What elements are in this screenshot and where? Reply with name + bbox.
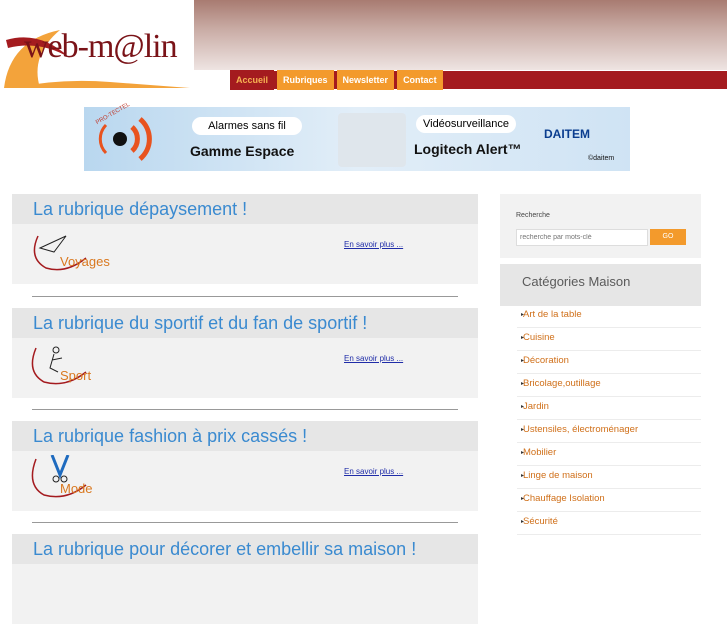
separator xyxy=(32,296,458,297)
category-art-de-la-table[interactable]: ▸ Art de la table xyxy=(517,305,701,328)
banner-pill-left: Alarmes sans fil xyxy=(192,117,302,135)
banner-credit: ©daitem xyxy=(588,155,615,162)
header: web-m@lin Accueil Rubriques Newsletter C… xyxy=(0,0,727,92)
category-label: Mobilier xyxy=(523,447,557,458)
category-label: Décoration xyxy=(523,355,569,366)
logo-text: web-m@lin xyxy=(24,28,178,65)
advert-banner[interactable]: PRO-TECTEL Alarmes sans fil Gamme Espace… xyxy=(84,102,630,171)
search-panel: Recherche GO xyxy=(500,194,701,258)
category-label: Art de la table xyxy=(523,309,582,320)
banner-pill-right: Vidéosurveillance xyxy=(416,115,516,133)
banner-strong-right: Logitech Alert™ xyxy=(414,141,522,157)
category-cuisine[interactable]: ▸ Cuisine xyxy=(517,328,701,351)
arrow-right-icon: ▸ xyxy=(521,450,525,456)
voyages-logo[interactable]: Voyages xyxy=(26,228,116,276)
main-nav: Accueil Rubriques Newsletter Contact xyxy=(230,70,446,90)
categories-title: Catégories Maison xyxy=(522,274,631,289)
arrow-right-icon: ▸ xyxy=(521,358,525,364)
search-input[interactable] xyxy=(516,229,648,246)
logo-label: Sport xyxy=(60,368,92,383)
article-title[interactable]: La rubrique fashion à prix cassés ! xyxy=(12,421,478,451)
category-bricolage[interactable]: ▸ Bricolage,outillage xyxy=(517,374,701,397)
article-title[interactable]: La rubrique dépaysement ! xyxy=(12,194,478,224)
arrow-right-icon: ▸ xyxy=(521,312,525,318)
nav-contact[interactable]: Contact xyxy=(397,70,443,90)
article-title[interactable]: La rubrique pour décorer et embellir sa … xyxy=(12,534,478,564)
go-button[interactable]: GO xyxy=(650,229,686,245)
categories-list: ▸ Art de la table ▸ Cuisine ▸ Décoration ▸ B… xyxy=(517,305,701,535)
search-label: Recherche xyxy=(516,212,550,219)
arrow-right-icon: ▸ xyxy=(521,473,525,479)
category-jardin[interactable]: ▸ Jardin xyxy=(517,397,701,420)
article-title[interactable]: La rubrique du sportif et du fan de spor… xyxy=(12,308,478,338)
site-logo[interactable]: web-m@lin xyxy=(0,0,194,92)
camera-product-image xyxy=(338,113,406,167)
logo-label: Mode xyxy=(60,481,93,496)
mode-logo[interactable]: Mode xyxy=(26,454,116,503)
category-decoration[interactable]: ▸ Décoration xyxy=(517,351,701,374)
sport-logo[interactable]: Sport xyxy=(26,342,116,390)
category-label: Sécurité xyxy=(523,516,558,527)
arrow-right-icon: ▸ xyxy=(521,381,525,387)
daitem-logo: DAITEM xyxy=(544,127,590,141)
category-chauffage[interactable]: ▸ Chauffage Isolation xyxy=(517,489,701,512)
category-securite[interactable]: ▸ Sécurité xyxy=(517,512,701,535)
header-gradient xyxy=(194,0,727,70)
category-mobilier[interactable]: ▸ Mobilier xyxy=(517,443,701,466)
nav-newsletter[interactable]: Newsletter xyxy=(336,70,395,90)
logo-label: Voyages xyxy=(60,254,110,269)
read-more-link[interactable]: En savoir plus ... xyxy=(344,240,403,249)
article-maison: La rubrique pour décorer et embellir sa … xyxy=(12,534,478,624)
category-linge[interactable]: ▸ Linge de maison xyxy=(517,466,701,489)
banner-strong-left: Gamme Espace xyxy=(190,143,295,159)
arrow-right-icon: ▸ xyxy=(521,427,525,433)
nav-rubriques[interactable]: Rubriques xyxy=(277,70,334,90)
read-more-link[interactable]: En savoir plus ... xyxy=(344,467,403,476)
category-label: Ustensiles, électroménager xyxy=(523,424,639,435)
article-mode: La rubrique fashion à prix cassés ! Mode… xyxy=(12,421,478,511)
arrow-right-icon: ▸ xyxy=(521,335,525,341)
read-more-link[interactable]: En savoir plus ... xyxy=(344,354,403,363)
category-label: Jardin xyxy=(523,401,549,412)
category-ustensiles[interactable]: ▸ Ustensiles, électroménager xyxy=(517,420,701,443)
article-voyages: La rubrique dépaysement ! Voyages En sav… xyxy=(12,194,478,284)
article-sport: La rubrique du sportif et du fan de spor… xyxy=(12,308,478,398)
arrow-right-icon: ▸ xyxy=(521,404,525,410)
category-label: Linge de maison xyxy=(523,470,593,481)
separator xyxy=(32,522,458,523)
category-label: Cuisine xyxy=(523,332,555,343)
arrow-right-icon: ▸ xyxy=(521,519,525,525)
nav-accueil[interactable]: Accueil xyxy=(230,70,275,90)
arrow-right-icon: ▸ xyxy=(521,496,525,502)
separator xyxy=(32,409,458,410)
category-label: Bricolage,outillage xyxy=(523,378,601,389)
category-label: Chauffage Isolation xyxy=(523,493,605,504)
categories-header: Catégories Maison xyxy=(500,264,701,306)
